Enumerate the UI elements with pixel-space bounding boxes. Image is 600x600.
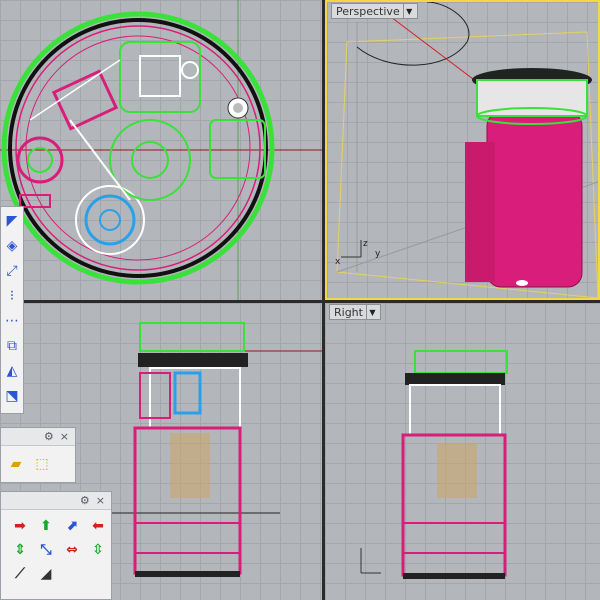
snap-panel: ⚙ × ▰ ⬚ (0, 427, 76, 483)
box-edit-icon[interactable]: ▰ (5, 454, 27, 474)
align-vertical-icon[interactable]: ⇳ (87, 540, 109, 560)
chevron-down-icon[interactable]: ▼ (365, 305, 378, 319)
perspective-drawing: x y z (335, 2, 598, 298)
right-viewport-tab[interactable]: Right ▼ (329, 304, 381, 320)
move-updown-icon[interactable]: ⇕ (9, 540, 31, 560)
eraser-icon[interactable]: ◢ (35, 564, 57, 584)
right-viewport[interactable]: Right ▼ (325, 303, 600, 600)
axis-x-label: x (335, 257, 341, 267)
top-view-drawing (0, 0, 322, 300)
gear-icon[interactable]: ⚙ (80, 494, 90, 507)
rotate-view-icon[interactable]: ◤ (2, 210, 22, 232)
pan-view-icon[interactable]: ⤢ (2, 260, 22, 282)
move-up-icon[interactable]: ⬆ (35, 516, 57, 536)
nodes-icon[interactable]: ⁝ (2, 285, 22, 307)
tilt-view-icon[interactable]: ◈ (2, 235, 22, 257)
right-view-drawing (360, 350, 508, 579)
left-toolbar: ◤ ◈ ⤢ ⁝ ⋯ ⧉ ◭ ⬔ (0, 206, 24, 414)
transform-panel: ⚙ × ➡ ⬆ ⬈ ⬅ ⇕ ⤡ ⇔ ⇳ ⟋ ◢ (0, 491, 112, 600)
perspective-label: Perspective (336, 4, 400, 18)
box-move-icon[interactable]: ⬚ (31, 454, 53, 474)
close-icon[interactable]: × (96, 494, 105, 507)
chevron-down-icon[interactable]: ▼ (402, 4, 415, 18)
axis-y-label: y (375, 249, 381, 259)
orient-icon[interactable]: ⬔ (2, 385, 22, 407)
distribute-icon[interactable]: ⋯ (2, 310, 22, 332)
gear-icon[interactable]: ⚙ (44, 430, 54, 443)
move-right-icon[interactable]: ➡ (9, 516, 31, 536)
axis-z-label: z (363, 239, 368, 249)
scale-diagonal-icon[interactable]: ⤡ (35, 540, 57, 560)
transform-panel-header: ⚙ × (1, 492, 111, 510)
move-leftright-icon[interactable]: ⇔ (61, 540, 83, 560)
top-viewport[interactable] (0, 0, 322, 300)
right-label: Right (334, 305, 363, 319)
move-diagonal-icon[interactable]: ⬈ (61, 516, 83, 536)
move-left-icon[interactable]: ⬅ (87, 516, 109, 536)
perspective-viewport-tab[interactable]: Perspective ▼ (331, 3, 418, 19)
perspective-viewport[interactable]: Perspective ▼ x y z (325, 0, 600, 300)
line-draw-icon[interactable]: ⟋ (9, 564, 31, 584)
split-icon[interactable]: ⧉ (2, 335, 22, 357)
close-icon[interactable]: × (60, 430, 69, 443)
snap-panel-header: ⚙ × (1, 428, 75, 446)
mirror-icon[interactable]: ◭ (2, 360, 22, 382)
